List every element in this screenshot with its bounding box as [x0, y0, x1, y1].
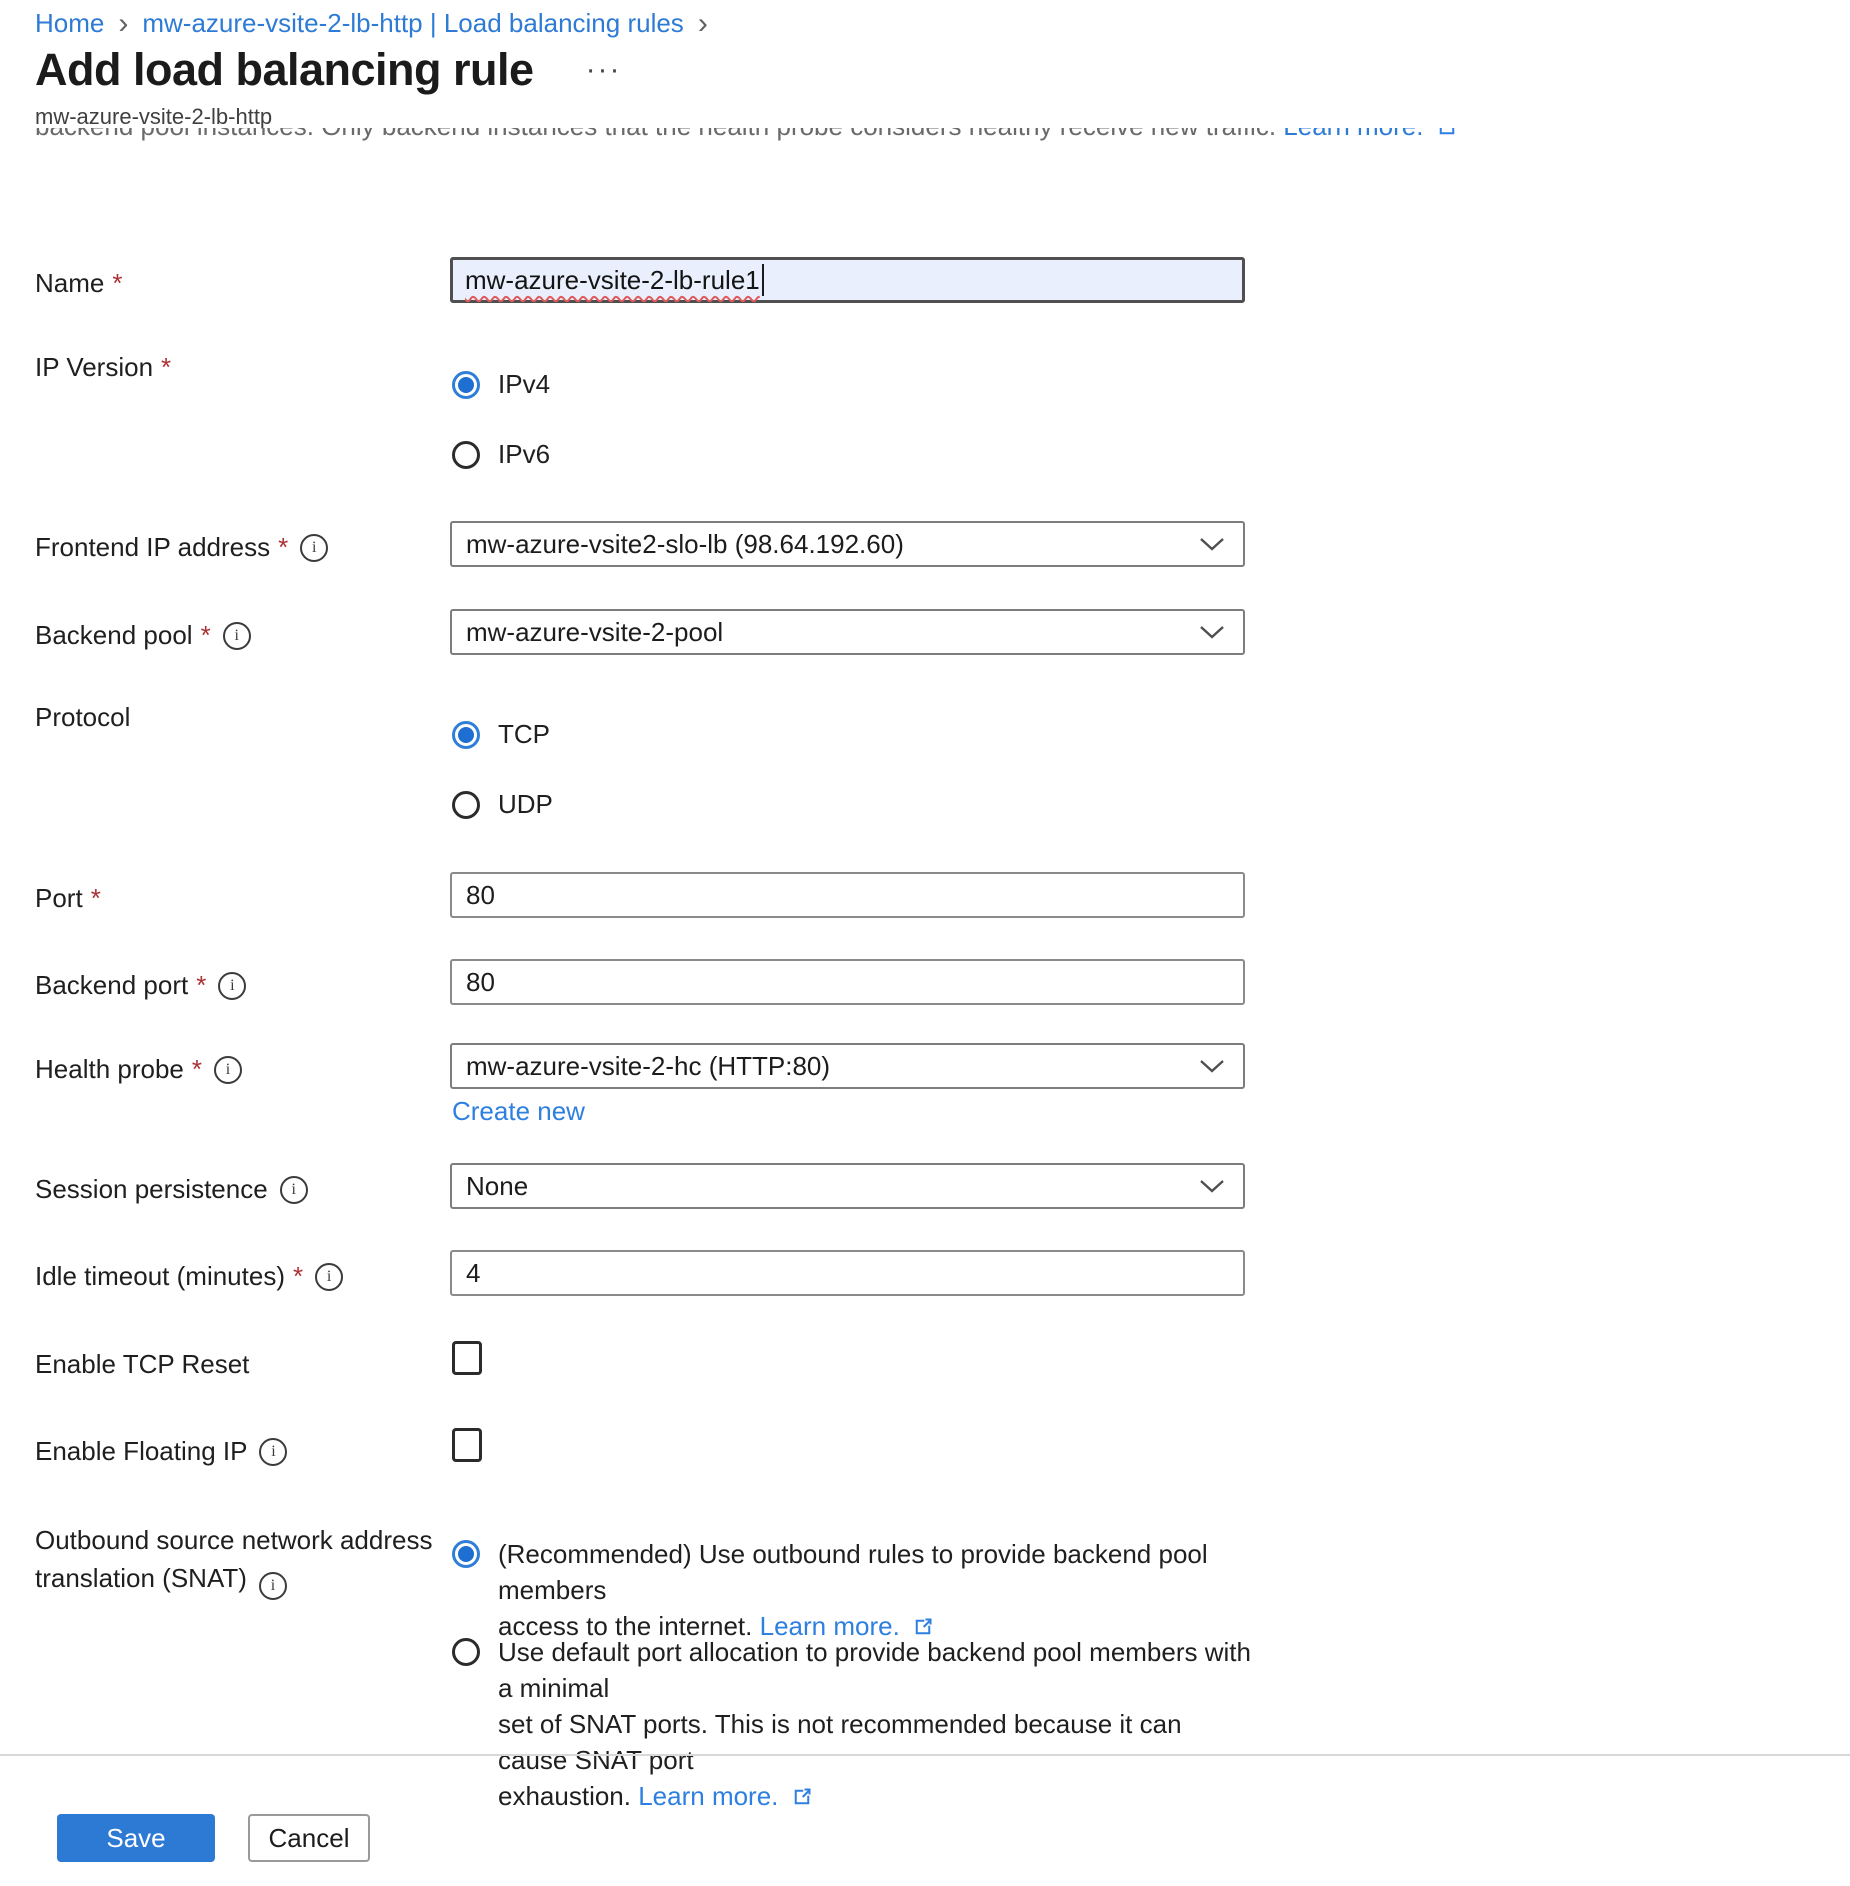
radio-selected-icon [452, 1540, 480, 1568]
required-asterisk: * [91, 883, 101, 914]
cancel-button[interactable]: Cancel [248, 1814, 370, 1862]
add-load-balancing-rule-page: Home › mw-azure-vsite-2-lb-http | Load b… [0, 0, 1850, 1886]
floating-ip-label: Enable Floating IP [35, 1436, 287, 1467]
radio-udp[interactable]: UDP [452, 789, 553, 820]
name-input-value: mw-azure-vsite-2-lb-rule1 [465, 265, 760, 296]
backend-pool-dropdown[interactable]: mw-azure-vsite-2-pool [450, 609, 1245, 655]
ip-version-label: IP Version* [35, 352, 171, 383]
snat-option-outbound-rules[interactable]: (Recommended) Use outbound rules to prov… [452, 1536, 1258, 1644]
info-icon[interactable] [218, 972, 246, 1000]
session-persistence-value: None [466, 1171, 528, 1202]
radio-ipv4[interactable]: IPv4 [452, 369, 550, 400]
info-icon[interactable] [315, 1263, 343, 1291]
name-label: Name* [35, 268, 122, 299]
header: Add load balancing rule ··· [35, 44, 622, 96]
clipped-description-text: backend pool instances. Only backend ins… [35, 128, 1276, 141]
breadcrumb: Home › mw-azure-vsite-2-lb-http | Load b… [35, 8, 708, 39]
info-icon[interactable] [214, 1056, 242, 1084]
chevron-down-icon [1199, 1178, 1225, 1194]
floating-ip-checkbox[interactable] [452, 1428, 482, 1462]
page-title: Add load balancing rule [35, 44, 534, 96]
required-asterisk: * [293, 1261, 303, 1292]
page-subtitle: mw-azure-vsite-2-lb-http [35, 104, 272, 130]
radio-unselected-icon [452, 791, 480, 819]
learn-more-link[interactable]: Learn more. [1283, 128, 1423, 141]
frontend-ip-dropdown[interactable]: mw-azure-vsite2-slo-lb (98.64.192.60) [450, 521, 1245, 567]
required-asterisk: * [201, 620, 211, 651]
info-icon[interactable] [259, 1572, 287, 1600]
health-probe-dropdown[interactable]: mw-azure-vsite-2-hc (HTTP:80) [450, 1043, 1245, 1089]
required-asterisk: * [192, 1054, 202, 1085]
save-button[interactable]: Save [57, 1814, 215, 1862]
chevron-down-icon [1199, 624, 1225, 640]
radio-selected-icon [452, 371, 480, 399]
ellipsis-menu-icon[interactable]: ··· [586, 53, 622, 87]
chevron-down-icon [1199, 536, 1225, 552]
snat-label: Outbound source network address translat… [35, 1521, 455, 1600]
breadcrumb-separator-icon: › [118, 11, 128, 37]
idle-timeout-label: Idle timeout (minutes)* [35, 1261, 343, 1292]
info-icon[interactable] [223, 622, 251, 650]
port-input[interactable] [450, 872, 1245, 918]
port-label: Port* [35, 883, 101, 914]
health-probe-value: mw-azure-vsite-2-hc (HTTP:80) [466, 1051, 830, 1082]
frontend-ip-value: mw-azure-vsite2-slo-lb (98.64.192.60) [466, 529, 904, 560]
breadcrumb-home-link[interactable]: Home [35, 8, 104, 39]
required-asterisk: * [196, 970, 206, 1001]
snat-option-2-text: Use default port allocation to provide b… [498, 1634, 1258, 1814]
protocol-label: Protocol [35, 702, 130, 733]
backend-pool-value: mw-azure-vsite-2-pool [466, 617, 723, 648]
session-persistence-dropdown[interactable]: None [450, 1163, 1245, 1209]
external-link-icon [792, 1787, 812, 1807]
radio-ipv6[interactable]: IPv6 [452, 439, 550, 470]
info-icon[interactable] [280, 1176, 308, 1204]
breadcrumb-separator-icon: › [698, 11, 708, 37]
snat-option-default-port[interactable]: Use default port allocation to provide b… [452, 1634, 1258, 1814]
required-asterisk: * [112, 268, 122, 299]
footer-divider [0, 1754, 1850, 1756]
session-persistence-label: Session persistence [35, 1174, 308, 1205]
radio-unselected-icon [452, 1638, 480, 1666]
chevron-down-icon [1199, 1058, 1225, 1074]
clipped-description: backend pool instances. Only backend ins… [35, 128, 1455, 145]
info-icon[interactable] [300, 534, 328, 562]
name-input[interactable]: mw-azure-vsite-2-lb-rule1 [450, 257, 1245, 303]
backend-port-input[interactable] [450, 959, 1245, 1005]
tcp-reset-label: Enable TCP Reset [35, 1349, 249, 1380]
backend-port-label: Backend port* [35, 970, 246, 1001]
tcp-reset-checkbox[interactable] [452, 1341, 482, 1375]
radio-udp-label: UDP [498, 789, 553, 820]
frontend-ip-label: Frontend IP address* [35, 532, 328, 563]
idle-timeout-input[interactable] [450, 1250, 1245, 1296]
snat-option-1-text: (Recommended) Use outbound rules to prov… [498, 1536, 1258, 1644]
radio-tcp-label: TCP [498, 719, 550, 750]
radio-tcp[interactable]: TCP [452, 719, 550, 750]
radio-ipv6-label: IPv6 [498, 439, 550, 470]
text-cursor [762, 264, 764, 296]
health-probe-label: Health probe* [35, 1054, 242, 1085]
create-new-link[interactable]: Create new [452, 1096, 585, 1127]
external-link-icon [1437, 128, 1455, 137]
required-asterisk: * [161, 352, 171, 383]
radio-selected-icon [452, 721, 480, 749]
info-icon[interactable] [259, 1438, 287, 1466]
required-asterisk: * [278, 532, 288, 563]
backend-pool-label: Backend pool* [35, 620, 251, 651]
radio-unselected-icon [452, 441, 480, 469]
radio-ipv4-label: IPv4 [498, 369, 550, 400]
learn-more-link[interactable]: Learn more. [638, 1781, 778, 1811]
breadcrumb-lb-rules-link[interactable]: mw-azure-vsite-2-lb-http | Load balancin… [142, 8, 683, 39]
